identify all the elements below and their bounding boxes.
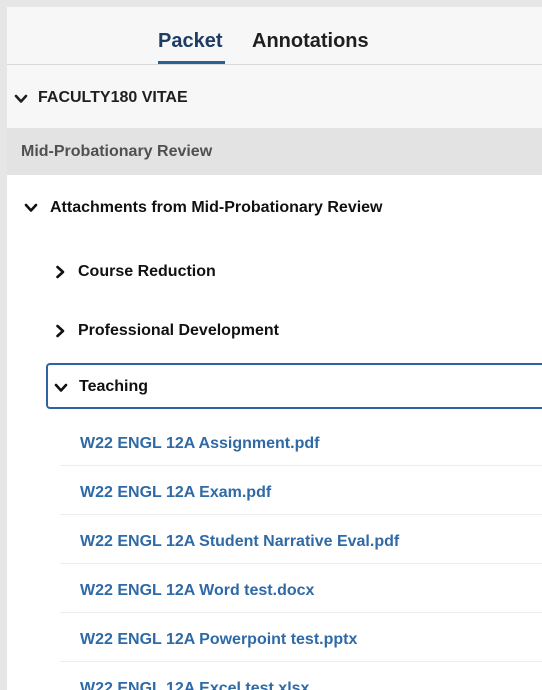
chevron-right-icon bbox=[53, 265, 67, 279]
chevron-down-icon bbox=[14, 92, 28, 106]
chevron-down-icon bbox=[54, 381, 68, 395]
attachments-folder-label: Attachments from Mid-Probationary Review bbox=[50, 199, 383, 216]
file-link[interactable]: W22 ENGL 12A Word test.docx bbox=[80, 582, 314, 600]
folder-label: Course Reduction bbox=[78, 263, 216, 280]
list-item: W22 ENGL 12A Assignment.pdf bbox=[60, 417, 542, 466]
packet-panel: Packet Annotations FACULTY180 VITAE Mid-… bbox=[7, 7, 542, 690]
folder-professional-development[interactable]: Professional Development bbox=[7, 302, 542, 358]
list-item: W22 ENGL 12A Excel test.xlsx bbox=[60, 662, 542, 690]
file-link[interactable]: W22 ENGL 12A Exam.pdf bbox=[80, 484, 271, 502]
attachments-folder-toggle[interactable]: Attachments from Mid-Probationary Review bbox=[7, 175, 542, 235]
chevron-right-icon bbox=[53, 324, 67, 338]
tab-bar: Packet Annotations bbox=[7, 7, 542, 65]
file-link[interactable]: W22 ENGL 12A Powerpoint test.pptx bbox=[80, 631, 357, 649]
list-item: W22 ENGL 12A Exam.pdf bbox=[60, 466, 542, 515]
active-tab-indicator bbox=[158, 61, 225, 64]
list-item: W22 ENGL 12A Student Narrative Eval.pdf bbox=[60, 515, 542, 564]
folder-label: Professional Development bbox=[78, 322, 279, 339]
file-link[interactable]: W22 ENGL 12A Student Narrative Eval.pdf bbox=[80, 533, 399, 551]
folder-label: Teaching bbox=[79, 378, 149, 395]
vitae-section-toggle[interactable]: FACULTY180 VITAE bbox=[7, 65, 542, 128]
review-header: Mid-Probationary Review bbox=[7, 128, 542, 175]
file-link[interactable]: W22 ENGL 12A Assignment.pdf bbox=[80, 435, 319, 453]
tab-annotations[interactable]: Annotations bbox=[252, 29, 369, 53]
chevron-down-icon bbox=[24, 201, 38, 215]
list-item: W22 ENGL 12A Powerpoint test.pptx bbox=[60, 613, 542, 662]
folder-teaching[interactable]: Teaching bbox=[46, 363, 542, 409]
file-link[interactable]: W22 ENGL 12A Excel test.xlsx bbox=[80, 680, 309, 690]
folder-course-reduction[interactable]: Course Reduction bbox=[7, 243, 542, 299]
list-item: W22 ENGL 12A Word test.docx bbox=[60, 564, 542, 613]
vitae-section-label: FACULTY180 VITAE bbox=[38, 89, 188, 106]
tab-packet[interactable]: Packet bbox=[158, 29, 223, 53]
file-list: W22 ENGL 12A Assignment.pdf W22 ENGL 12A… bbox=[60, 417, 542, 690]
review-header-label: Mid-Probationary Review bbox=[21, 143, 213, 160]
